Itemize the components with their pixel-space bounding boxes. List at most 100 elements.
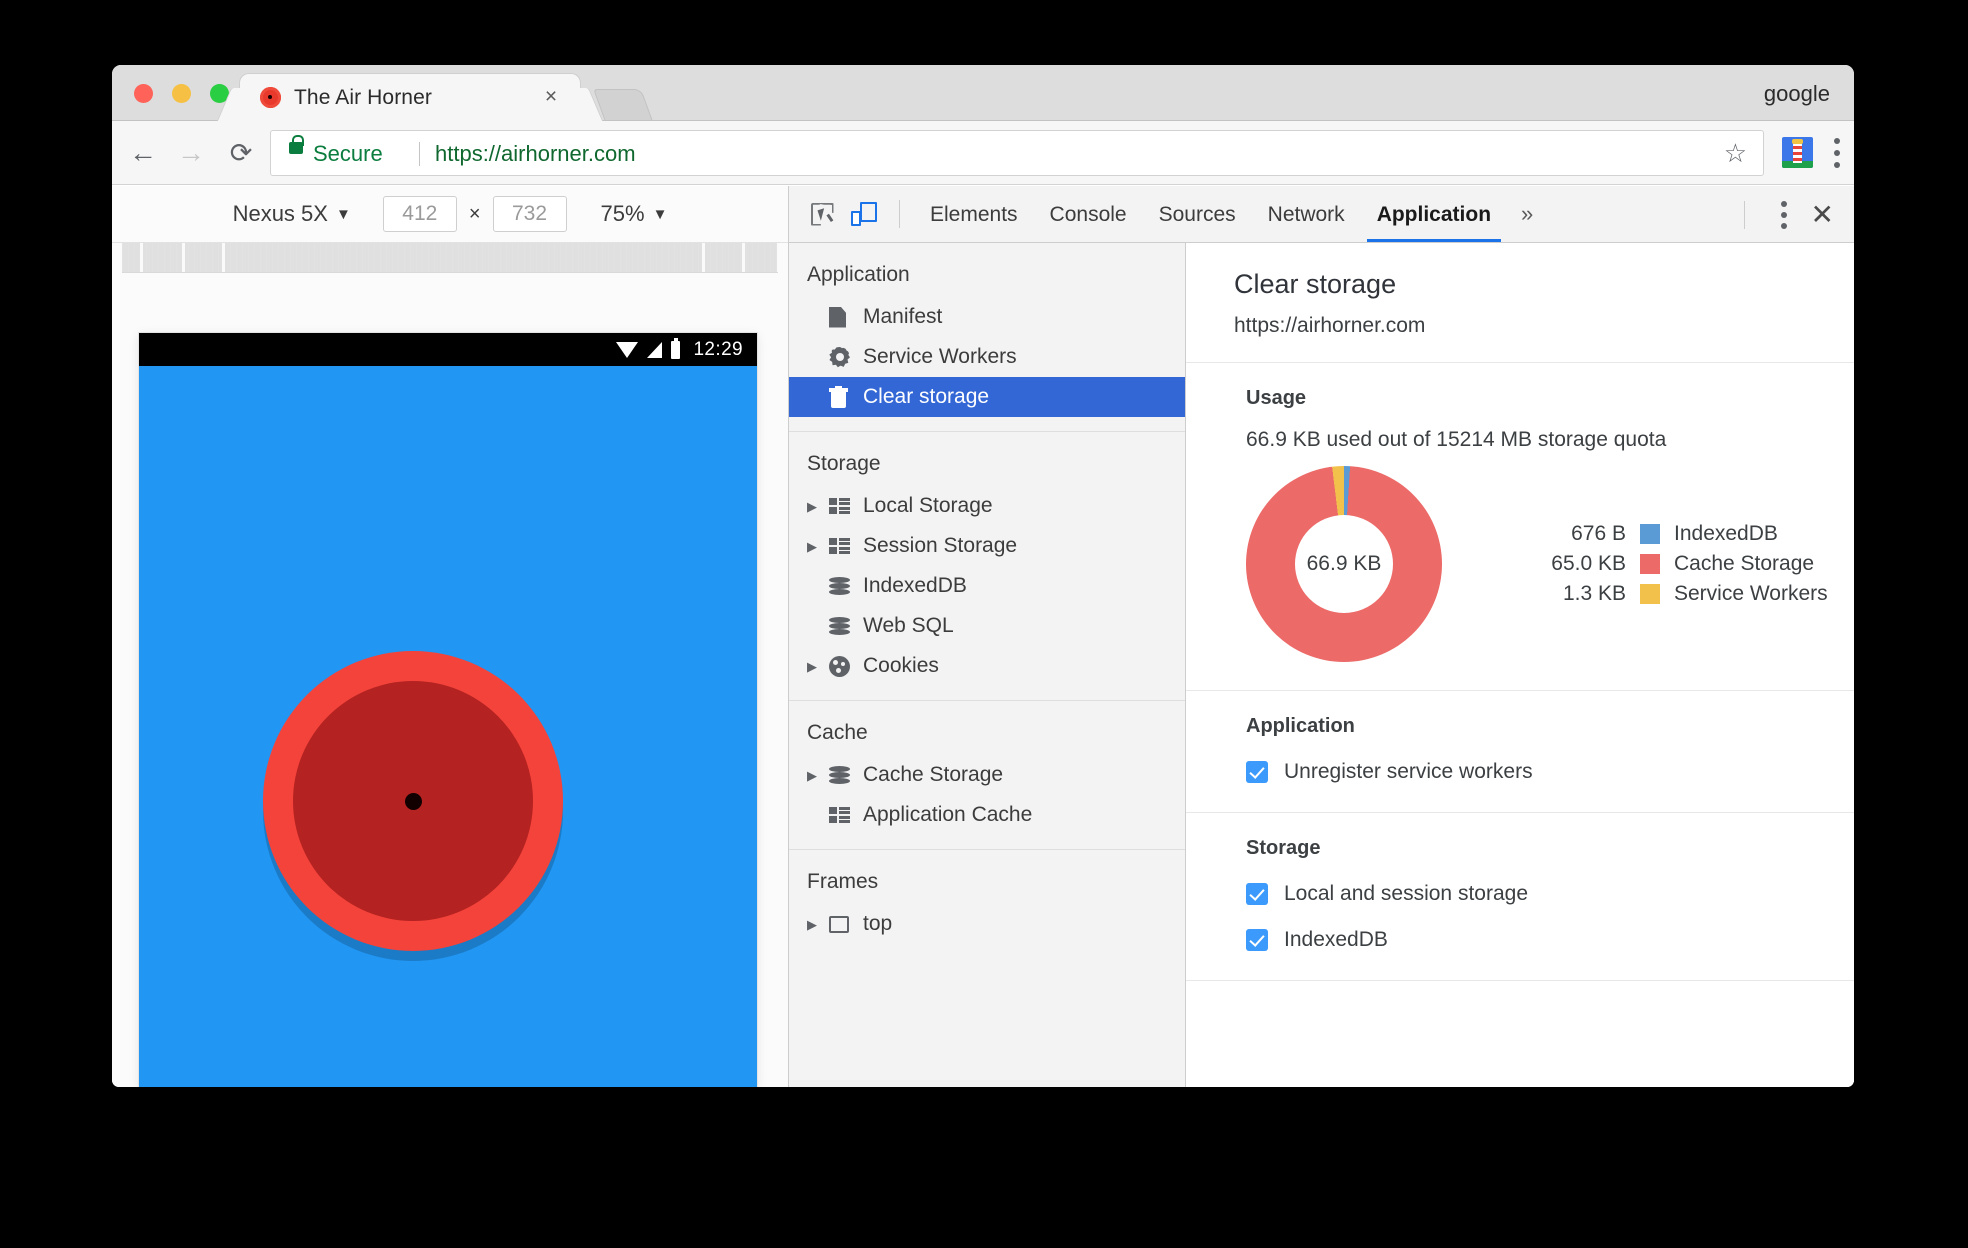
sidebar-item-indexeddb[interactable]: ▶ IndexedDB (789, 566, 1185, 606)
sidebar-item-manifest[interactable]: ▶ Manifest (789, 297, 1185, 337)
sidebar-item-label: Session Storage (863, 534, 1018, 557)
back-icon[interactable]: ← (126, 136, 160, 170)
checkbox-label: IndexedDB (1284, 928, 1388, 951)
panel-header: Clear storage https://airhorner.com (1186, 243, 1854, 363)
viewport-height-input[interactable]: 732 (492, 196, 567, 232)
clear-storage-panel: Clear storage https://airhorner.com Usag… (1186, 243, 1854, 1087)
chevron-down-icon: ▼ (335, 205, 351, 223)
bookmark-star-icon[interactable]: ☆ (1724, 140, 1747, 166)
chrome-menu-icon[interactable] (1834, 135, 1842, 171)
cookie-icon (829, 655, 863, 677)
new-tab-button[interactable] (593, 89, 653, 121)
checkbox-indexeddb[interactable]: IndexedDB (1246, 928, 1854, 952)
table-icon (829, 497, 863, 515)
sidebar-item-label: top (863, 912, 893, 935)
gear-icon (829, 346, 863, 368)
sidebar-item-web-sql[interactable]: ▶ Web SQL (789, 606, 1185, 646)
expand-arrow-icon[interactable]: ▶ (807, 769, 829, 782)
legend-value: 65.0 KB (1551, 552, 1626, 575)
browser-toolbar: ← → ⟳ Secure https://airhorner.com ☆ (112, 121, 1854, 185)
legend-item: 1.3 KB Service Workers (1514, 579, 1828, 609)
sidebar-group-cache: Cache ▶ Cache Storage ▶ Application Cach… (789, 701, 1185, 850)
sidebar-item-session-storage[interactable]: ▶ Session Storage (789, 526, 1185, 566)
expand-arrow-icon[interactable]: ▶ (807, 540, 829, 553)
more-tabs-icon[interactable]: » (1507, 201, 1547, 227)
sidebar-item-application-cache[interactable]: ▶ Application Cache (789, 795, 1185, 835)
expand-arrow-icon[interactable]: ▶ (807, 500, 829, 513)
table-icon (829, 537, 863, 555)
toggle-device-toolbar-icon[interactable] (843, 193, 885, 235)
application-sidebar: Application ▶ Manifest ▶ Service Workers (789, 243, 1186, 1087)
checkbox-icon[interactable] (1246, 929, 1268, 951)
chart-legend: 676 B IndexedDB 65.0 KB Cache Storage 1.… (1514, 519, 1828, 609)
tab-title: The Air Horner (294, 86, 432, 109)
devtools-menu-icon[interactable] (1780, 199, 1789, 231)
database-icon (829, 616, 863, 637)
tab-application[interactable]: Application (1361, 186, 1507, 242)
air-horn-center-dot (405, 793, 422, 810)
expand-arrow-icon[interactable]: ▶ (807, 660, 829, 673)
zoom-select[interactable]: 75% ▼ (601, 201, 668, 227)
wifi-icon (616, 341, 639, 358)
sidebar-item-cache-storage[interactable]: ▶ Cache Storage (789, 755, 1185, 795)
sidebar-item-label: Application Cache (863, 803, 1033, 826)
browser-window: The Air Horner × google ← → ⟳ Secure htt… (112, 65, 1854, 1087)
checkbox-local-and-session-storage[interactable]: Local and session storage (1246, 882, 1854, 906)
checkbox-unregister-service-workers[interactable]: Unregister service workers (1246, 760, 1854, 784)
checkbox-icon[interactable] (1246, 883, 1268, 905)
profile-name-label[interactable]: google (1764, 81, 1830, 107)
reload-icon[interactable]: ⟳ (224, 136, 258, 170)
sidebar-group-title: Storage (807, 452, 881, 475)
window-close-button[interactable] (134, 84, 153, 103)
sidebar-item-label: Service Workers (863, 345, 1017, 368)
expand-arrow-icon[interactable]: ▶ (807, 918, 829, 931)
sidebar-item-label: Local Storage (863, 494, 993, 517)
legend-item: 676 B IndexedDB (1514, 519, 1828, 549)
air-horn-favicon-icon (260, 87, 281, 108)
air-horn-button[interactable] (263, 651, 563, 951)
lock-icon (289, 135, 304, 154)
forward-icon[interactable]: → (174, 136, 208, 170)
address-bar-input[interactable]: Secure https://airhorner.com ☆ (270, 130, 1764, 176)
document-icon (829, 306, 863, 328)
sidebar-item-service-workers[interactable]: ▶ Service Workers (789, 337, 1185, 377)
browser-tab[interactable]: The Air Horner × (240, 74, 580, 121)
lighthouse-extension-icon[interactable] (1782, 137, 1813, 168)
database-icon (829, 576, 863, 597)
checkbox-label: Local and session storage (1284, 882, 1528, 905)
chevron-down-icon: ▼ (652, 205, 668, 223)
sidebar-item-label: Cookies (863, 654, 939, 677)
database-icon (829, 765, 863, 786)
legend-label: IndexedDB (1674, 522, 1778, 545)
tab-close-icon[interactable]: × (540, 86, 562, 108)
window-minimize-button[interactable] (172, 84, 191, 103)
tab-elements[interactable]: Elements (914, 186, 1034, 242)
donut-chart-ring[interactable]: 66.9 KB (1246, 466, 1442, 662)
tab-console[interactable]: Console (1034, 186, 1143, 242)
legend-label: Service Workers (1674, 582, 1828, 605)
devtools-close-icon[interactable]: ✕ (1811, 200, 1834, 229)
sidebar-item-top-frame[interactable]: ▶ top (789, 904, 1185, 944)
usage-summary-text: 66.9 KB used out of 15214 MB storage quo… (1246, 428, 1667, 451)
sidebar-item-local-storage[interactable]: ▶ Local Storage (789, 486, 1185, 526)
viewport-width-input[interactable]: 412 (382, 196, 457, 232)
devtools-panel: Elements Console Sources Network Applica… (789, 186, 1854, 1087)
device-viewport[interactable]: 12:29 (139, 333, 757, 1087)
device-select[interactable]: Nexus 5X ▼ (233, 201, 351, 227)
tab-network[interactable]: Network (1252, 186, 1361, 242)
legend-label: Cache Storage (1674, 552, 1815, 575)
zoom-level-label: 75% (600, 201, 645, 226)
inspect-element-icon[interactable] (801, 193, 843, 235)
legend-value: 1.3 KB (1562, 582, 1626, 605)
checkbox-icon[interactable] (1246, 761, 1268, 783)
sidebar-item-label: Manifest (863, 305, 943, 328)
sidebar-item-clear-storage[interactable]: ▶ Clear storage (789, 377, 1185, 417)
sidebar-group-frames: Frames ▶ top (789, 850, 1185, 958)
table-icon (829, 806, 863, 824)
storage-clear-section: Storage Local and session storage Indexe… (1186, 813, 1854, 981)
panel-origin-label: https://airhorner.com (1234, 314, 1426, 337)
tab-sources[interactable]: Sources (1143, 186, 1252, 242)
sidebar-group-title: Application (807, 263, 910, 286)
sidebar-group-title: Cache (807, 721, 868, 744)
sidebar-item-cookies[interactable]: ▶ Cookies (789, 646, 1185, 686)
